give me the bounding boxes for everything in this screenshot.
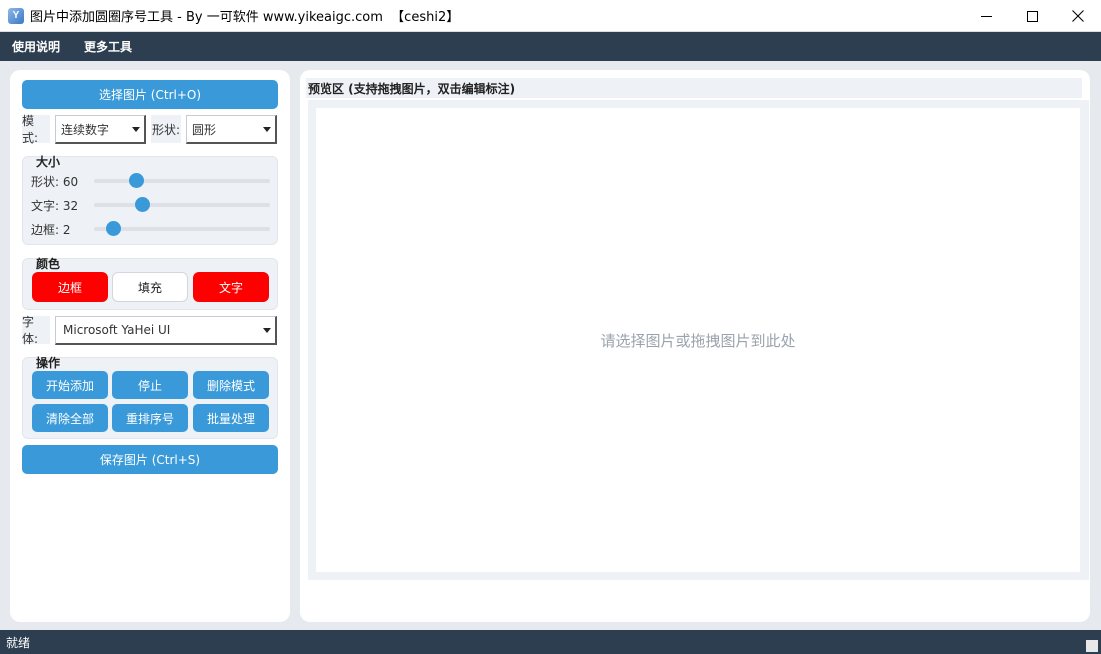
maximize-icon: [1026, 10, 1038, 22]
shape-size-slider[interactable]: [94, 173, 270, 188]
window-controls: [963, 0, 1101, 32]
preview-frame: 请选择图片或拖拽图片到此处: [308, 100, 1089, 580]
operations-group-title: 操作: [36, 356, 61, 370]
slider-thumb[interactable]: [134, 197, 150, 212]
font-label: 字体:: [22, 315, 50, 346]
mode-select-value: 连续数字: [61, 122, 110, 137]
mode-select[interactable]: 连续数字: [55, 115, 146, 144]
window-title: 图片中添加圆圈序号工具 - By 一可软件 www.yikeaigc.com 【…: [30, 10, 460, 25]
minimize-icon: [980, 15, 992, 17]
slider-thumb[interactable]: [129, 173, 145, 188]
app-icon: Y: [8, 7, 24, 24]
delete-mode-button[interactable]: 删除模式: [193, 371, 269, 399]
stop-button[interactable]: 停止: [112, 371, 188, 399]
chevron-down-icon: [132, 127, 140, 132]
preview-header: 预览区 (支持拖拽图片，双击编辑标注): [306, 78, 1082, 98]
select-image-button[interactable]: 选择图片 (Ctrl+O): [22, 80, 278, 109]
border-width-slider[interactable]: [94, 221, 270, 236]
menu-bar: 使用说明 更多工具: [0, 32, 1101, 61]
size-group-title: 大小: [36, 155, 61, 169]
size-group: 大小 形状: 60 文字: 32 边框: 2: [22, 155, 278, 245]
text-color-button[interactable]: 文字: [193, 272, 269, 302]
preview-panel: 预览区 (支持拖拽图片，双击编辑标注) 请选择图片或拖拽图片到此处: [300, 70, 1090, 622]
batch-process-button[interactable]: 批量处理: [193, 404, 269, 432]
renumber-button[interactable]: 重排序号: [112, 404, 188, 432]
font-select[interactable]: Microsoft YaHei UI: [55, 316, 277, 345]
shape-size-label: 形状: 60: [31, 175, 79, 189]
status-text: 就绪: [6, 635, 31, 650]
text-size-slider[interactable]: [94, 197, 270, 212]
preview-drop-area[interactable]: 请选择图片或拖拽图片到此处: [316, 108, 1080, 572]
clear-all-button[interactable]: 清除全部: [32, 404, 108, 432]
operations-group: 操作 开始添加 停止 删除模式 清除全部 重排序号 批量处理: [22, 356, 278, 439]
close-button[interactable]: [1055, 0, 1101, 32]
status-bar: 就绪: [0, 630, 1101, 654]
menu-item-more-tools[interactable]: 更多工具: [84, 38, 132, 55]
shape-label: 形状:: [151, 115, 181, 143]
minimize-button[interactable]: [963, 0, 1009, 32]
resize-grip-icon[interactable]: [1086, 640, 1098, 652]
preview-placeholder: 请选择图片或拖拽图片到此处: [600, 331, 796, 350]
maximize-button[interactable]: [1009, 0, 1055, 32]
border-color-button[interactable]: 边框: [32, 272, 108, 302]
chevron-down-icon: [263, 328, 271, 333]
fill-color-button[interactable]: 填充: [112, 272, 188, 302]
slider-thumb[interactable]: [106, 221, 122, 236]
shape-select-value: 圆形: [192, 122, 217, 137]
font-select-value: Microsoft YaHei UI: [63, 323, 171, 337]
text-size-label: 文字: 32: [31, 199, 79, 213]
border-width-label: 边框: 2: [31, 223, 71, 237]
mode-label: 模式:: [22, 114, 50, 145]
title-bar: Y 图片中添加圆圈序号工具 - By 一可软件 www.yikeaigc.com…: [0, 0, 1101, 32]
close-icon: [1072, 10, 1084, 22]
control-panel: 选择图片 (Ctrl+O) 模式: 连续数字 形状: 圆形 大小 形状: 60 …: [10, 70, 290, 622]
start-add-button[interactable]: 开始添加: [32, 371, 108, 399]
menu-item-help[interactable]: 使用说明: [12, 38, 60, 55]
color-group: 颜色 边框 填充 文字: [22, 257, 278, 310]
color-group-title: 颜色: [36, 257, 61, 271]
shape-select[interactable]: 圆形: [186, 115, 277, 144]
save-image-button[interactable]: 保存图片 (Ctrl+S): [22, 445, 278, 474]
chevron-down-icon: [263, 127, 271, 132]
